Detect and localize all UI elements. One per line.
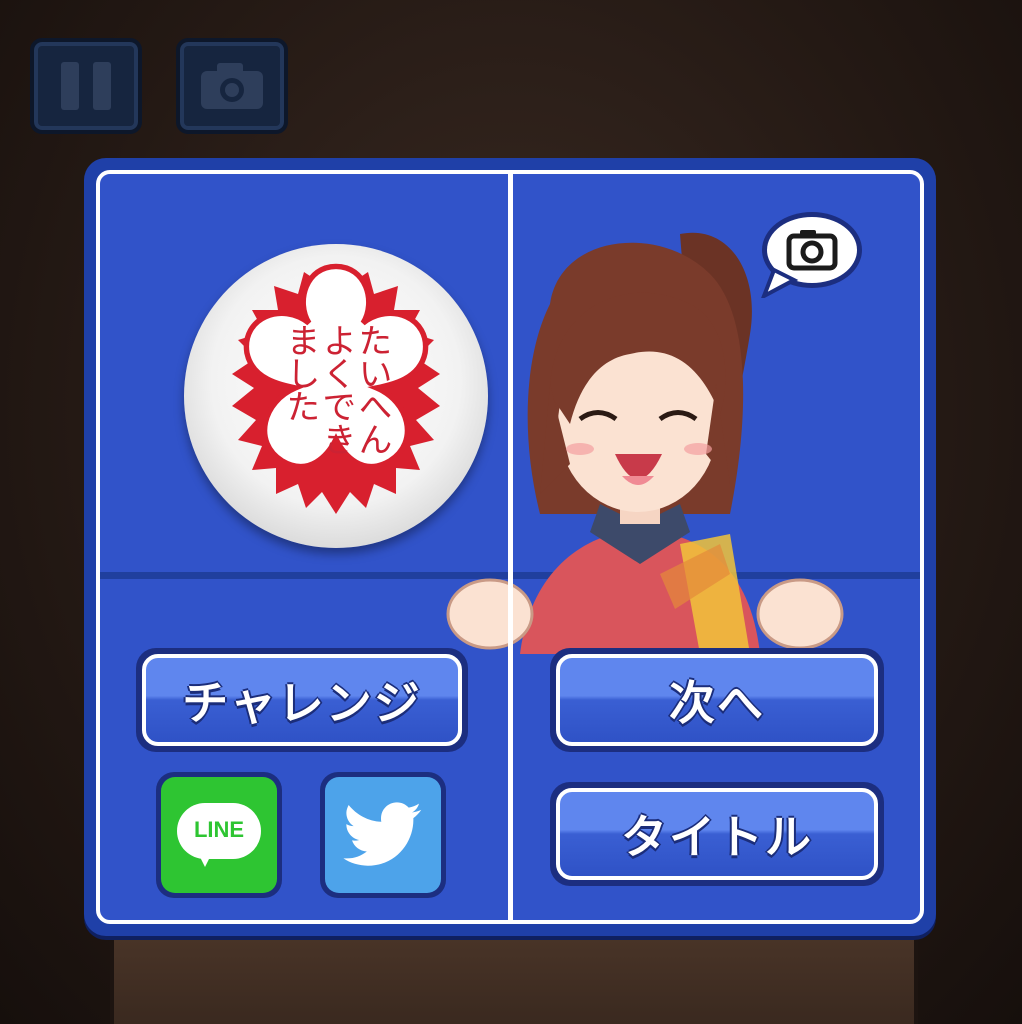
line-share-button[interactable]: LINE — [156, 772, 282, 898]
camera-speech-bubble[interactable] — [754, 210, 864, 301]
title-button[interactable]: タイトル — [550, 782, 884, 886]
line-icon: LINE — [161, 777, 277, 893]
screenshot-button[interactable] — [176, 38, 288, 134]
pause-icon — [54, 62, 118, 110]
twitter-bird-icon — [325, 777, 441, 893]
challenge-button[interactable]: チャレンジ — [136, 648, 468, 752]
next-button-label: 次へ — [556, 654, 878, 746]
line-label: LINE — [193, 817, 245, 842]
camera-icon — [760, 212, 862, 301]
camera-icon — [201, 63, 263, 109]
title-button-label: タイトル — [556, 788, 878, 880]
stamp-text: たいへんよくできました — [280, 323, 392, 456]
table-surface — [110, 930, 918, 1024]
twitter-share-button[interactable] — [320, 772, 446, 898]
next-button[interactable]: 次へ — [550, 648, 884, 752]
vertical-divider — [508, 174, 513, 920]
pause-button[interactable] — [30, 38, 142, 134]
challenge-button-label: チャレンジ — [142, 654, 462, 746]
